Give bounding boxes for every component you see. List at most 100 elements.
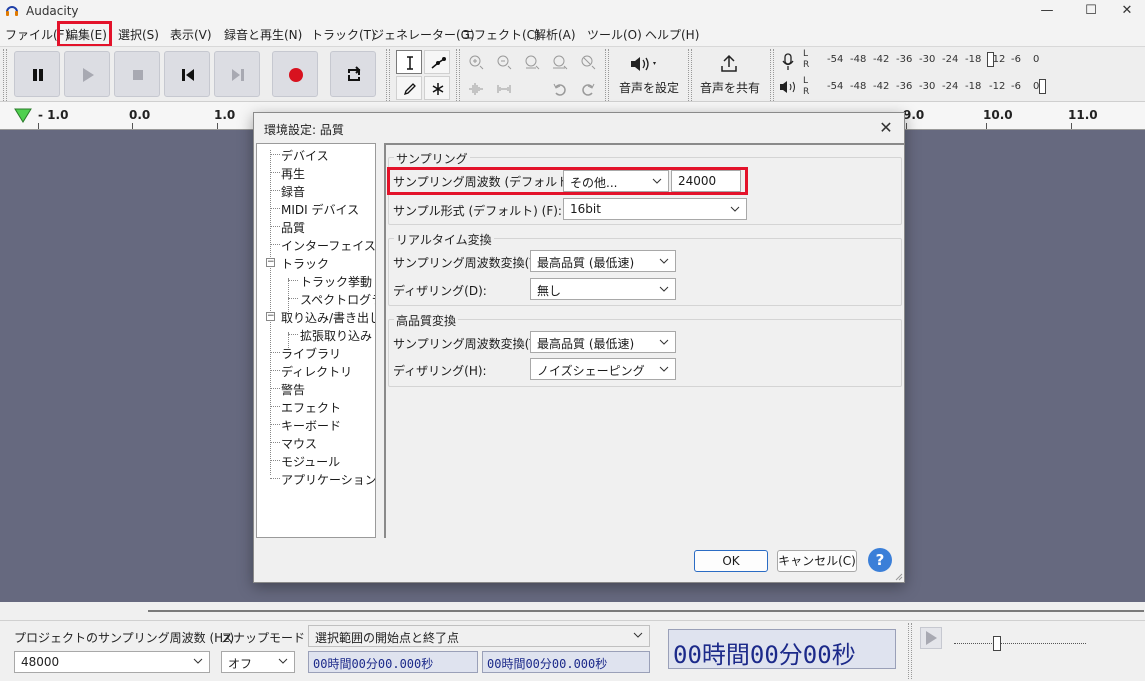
tree-collapse-import-export[interactable]: −: [266, 312, 275, 321]
hq-converter-select[interactable]: 最高品質 (最低速): [530, 331, 676, 353]
selection-toolbar: プロジェクトのサンプリング周波数 (Hz) 48000 スナップモード オフ 選…: [0, 620, 1145, 681]
tree-item-effects[interactable]: エフェクト: [281, 399, 341, 416]
menu-transport[interactable]: 録音と再生(N): [224, 26, 302, 43]
share-audio-button[interactable]: 音声を共有: [694, 49, 766, 99]
play-meter-left-channel: L: [803, 76, 809, 86]
skip-to-start-button[interactable]: [164, 51, 210, 97]
fit-project-button[interactable]: [547, 50, 573, 74]
resize-grip-icon[interactable]: [893, 571, 903, 581]
pause-button[interactable]: [14, 51, 60, 97]
tree-item-playback[interactable]: 再生: [281, 165, 305, 182]
zoom-out-button[interactable]: [491, 50, 517, 74]
selection-end-time[interactable]: 00時間00分00.000秒: [482, 651, 650, 673]
redo-button[interactable]: [575, 77, 601, 101]
snap-mode-select[interactable]: オフ: [221, 651, 295, 673]
ruler-label: 0.0: [129, 108, 151, 122]
audio-position-time[interactable]: 00時間00分00秒: [668, 629, 896, 669]
hq-dither-select[interactable]: ノイズシェーピング: [530, 358, 676, 380]
fit-selection-button[interactable]: [519, 50, 545, 74]
menu-effect[interactable]: エフェクト(C): [462, 26, 540, 43]
stop-button[interactable]: [114, 51, 160, 97]
menu-select[interactable]: 選択(S): [118, 26, 159, 43]
record-button[interactable]: [272, 51, 318, 97]
play-speed-slider[interactable]: [950, 635, 1090, 651]
toolbar-grip[interactable]: [386, 49, 390, 101]
meter-slider-handle[interactable]: [987, 52, 994, 67]
tree-item-quality[interactable]: 品質: [281, 219, 305, 236]
meter-tick: -6: [1011, 81, 1021, 92]
undo-button[interactable]: [547, 77, 573, 101]
zoom-toggle-button[interactable]: [575, 50, 601, 74]
speaker-meter-icon[interactable]: [779, 80, 799, 94]
toolbar-grip[interactable]: [770, 49, 774, 101]
skip-to-end-button[interactable]: [214, 51, 260, 97]
microphone-icon[interactable]: [780, 53, 796, 71]
tree-item-application[interactable]: アプリケーション: [281, 471, 375, 488]
selection-tool[interactable]: [396, 50, 422, 74]
dialog-close-button[interactable]: ✕: [876, 118, 896, 138]
tree-item-directories[interactable]: ディレクトリ: [281, 363, 352, 380]
tree-item-track-behaviors[interactable]: トラック挙動: [300, 273, 372, 290]
trim-button[interactable]: [463, 77, 489, 101]
draw-tool[interactable]: [396, 76, 422, 100]
tree-item-extended-import[interactable]: 拡張取り込み: [300, 327, 372, 344]
meter-tick: 0: [1033, 54, 1040, 65]
audio-setup-button[interactable]: 音声を設定: [611, 49, 687, 99]
sample-format-select[interactable]: 16bit: [563, 198, 747, 220]
tree-item-mouse[interactable]: マウス: [281, 435, 317, 452]
play-meter-right-channel: R: [803, 87, 810, 97]
multi-tool[interactable]: [424, 76, 450, 100]
silence-button[interactable]: [491, 77, 517, 101]
project-rate-select[interactable]: 48000: [14, 651, 210, 673]
menu-help[interactable]: ヘルプ(H): [645, 26, 699, 43]
menu-tools[interactable]: ツール(O): [587, 26, 642, 43]
play-at-speed-icon[interactable]: [920, 627, 942, 649]
play-head-triangle-icon[interactable]: [14, 108, 32, 124]
ruler-tick: [132, 123, 133, 129]
tree-item-import-export[interactable]: 取り込み/書き出し: [281, 309, 375, 326]
snap-mode-value: オフ: [228, 657, 253, 671]
selection-mode-value: 選択範囲の開始点と終了点: [315, 631, 460, 645]
toolbar-grip[interactable]: [456, 49, 460, 101]
meter-tick: -36: [896, 81, 913, 92]
minimize-button[interactable]: —: [1025, 0, 1069, 22]
play-button[interactable]: [64, 51, 110, 97]
tree-item-tracks[interactable]: トラック: [281, 255, 329, 272]
tree-item-recording[interactable]: 録音: [281, 183, 305, 200]
selection-start-time[interactable]: 00時間00分00.000秒: [308, 651, 478, 673]
tree-item-interface[interactable]: インターフェイス: [281, 237, 375, 254]
playback-meter[interactable]: L R -54 -48 -42 -36 -30 -24 -18 -12 -6 0: [803, 76, 1046, 97]
toolbar-grip[interactable]: [605, 49, 609, 101]
envelope-tool[interactable]: [424, 50, 450, 74]
toolbar-grip[interactable]: [3, 49, 7, 101]
tree-collapse-tracks[interactable]: −: [266, 258, 275, 267]
tree-item-warnings[interactable]: 警告: [281, 381, 305, 398]
toolbar-grip[interactable]: [688, 49, 692, 101]
ok-button[interactable]: OK: [694, 550, 768, 572]
zoom-in-button[interactable]: [463, 50, 489, 74]
meter-slider-handle[interactable]: [1039, 79, 1046, 94]
close-window-button[interactable]: ✕: [1105, 0, 1145, 22]
realtime-converter-select[interactable]: 最高品質 (最低速): [530, 250, 676, 272]
tree-item-midi-devices[interactable]: MIDI デバイス: [281, 201, 359, 218]
pause-icon: [33, 69, 43, 81]
cancel-button[interactable]: キャンセル(C): [777, 550, 857, 572]
tree-item-spectrograms[interactable]: スペクトログラム: [300, 291, 375, 308]
selection-mode-select[interactable]: 選択範囲の開始点と終了点: [308, 625, 650, 647]
menu-tracks[interactable]: トラック(T): [311, 26, 376, 43]
toolbar-grip[interactable]: [908, 623, 912, 679]
help-button[interactable]: ?: [868, 548, 892, 572]
loop-button[interactable]: [330, 51, 376, 97]
record-meter[interactable]: L R -54 -48 -42 -36 -30 -24 -18 -12 -6 0: [803, 49, 1045, 70]
horizontal-scrollbar[interactable]: [0, 602, 1145, 620]
tree-item-libraries[interactable]: ライブラリ: [281, 345, 341, 362]
menu-analyze[interactable]: 解析(A): [534, 26, 576, 43]
tree-item-keyboard[interactable]: キーボード: [281, 417, 341, 434]
i-beam-icon: [407, 56, 413, 70]
dialog-title: 環境設定: 品質: [264, 123, 344, 137]
realtime-dither-select[interactable]: 無し: [530, 278, 676, 300]
tree-item-modules[interactable]: モジュール: [281, 453, 340, 470]
menu-view[interactable]: 表示(V): [170, 26, 212, 43]
tree-item-devices[interactable]: デバイス: [281, 147, 329, 164]
menu-generate[interactable]: ジェネレーター(G): [372, 26, 475, 43]
